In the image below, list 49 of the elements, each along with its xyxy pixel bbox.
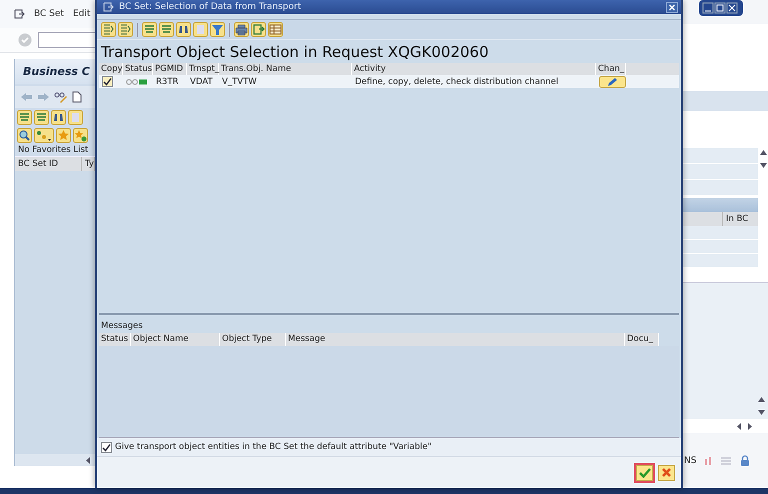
scroll-left-icon[interactable] <box>86 456 91 464</box>
grid-icon[interactable] <box>268 22 283 37</box>
filter-list-icon[interactable] <box>34 110 49 124</box>
star-icon[interactable] <box>56 128 71 142</box>
zoom-icon[interactable] <box>17 128 32 142</box>
printer-icon[interactable] <box>234 22 249 37</box>
status-light-icon <box>126 78 148 84</box>
filter-icon[interactable] <box>210 22 225 37</box>
export-icon[interactable] <box>251 22 266 37</box>
list-icon[interactable] <box>101 22 116 37</box>
scroll-left-icon[interactable] <box>737 422 742 430</box>
table-cell-text: V_TVTW <box>221 76 258 88</box>
table-cell-text: R3TR <box>155 76 180 88</box>
close-icon[interactable] <box>666 2 678 12</box>
table-cell-text: Define, copy, delete, check distribution channel <box>354 76 560 88</box>
cancel-button[interactable] <box>658 464 675 480</box>
confirm-button[interactable] <box>636 464 653 480</box>
menu-item[interactable]: Edit <box>72 9 90 19</box>
messages-label: Messages <box>101 321 143 331</box>
copy-checkbox[interactable] <box>102 76 113 87</box>
filter-list-icon[interactable] <box>159 22 174 37</box>
cross-icon <box>661 467 672 478</box>
document-icon[interactable] <box>72 91 82 103</box>
lock-icon[interactable] <box>740 454 750 466</box>
check-icon[interactable] <box>18 33 32 47</box>
star-add-icon[interactable] <box>73 128 88 142</box>
exit-icon[interactable] <box>14 9 25 19</box>
scroll-down-icon[interactable] <box>758 410 765 415</box>
exit-icon <box>103 2 114 12</box>
check-icon <box>638 467 650 478</box>
scroll-down-icon[interactable] <box>760 163 767 168</box>
dialog-title: BC Set: Selection of Data from Transport <box>119 2 302 12</box>
align-icon[interactable] <box>17 110 32 124</box>
scroll-up-icon[interactable] <box>760 150 767 155</box>
table-cell-text: VDAT <box>189 76 214 88</box>
favorites-note: No Favorites List <box>18 145 88 155</box>
scroll-up-icon[interactable] <box>758 397 765 402</box>
menu-item[interactable]: BC Set <box>34 9 64 19</box>
glasses-pencil-icon[interactable] <box>54 91 68 103</box>
align-icon[interactable] <box>142 22 157 37</box>
scroll-right-icon[interactable] <box>747 422 752 430</box>
list-icon[interactable] <box>118 22 133 37</box>
command-field[interactable] <box>38 32 95 48</box>
option-checkbox[interactable] <box>101 442 112 452</box>
window-controls-icon[interactable] <box>699 0 743 16</box>
dialog-heading: Transport Object Selection in Request XQGK002060 <box>101 42 489 60</box>
pencil-icon[interactable] <box>599 76 626 88</box>
panel-title: Business C <box>23 65 90 78</box>
status-text: NS <box>684 456 696 466</box>
